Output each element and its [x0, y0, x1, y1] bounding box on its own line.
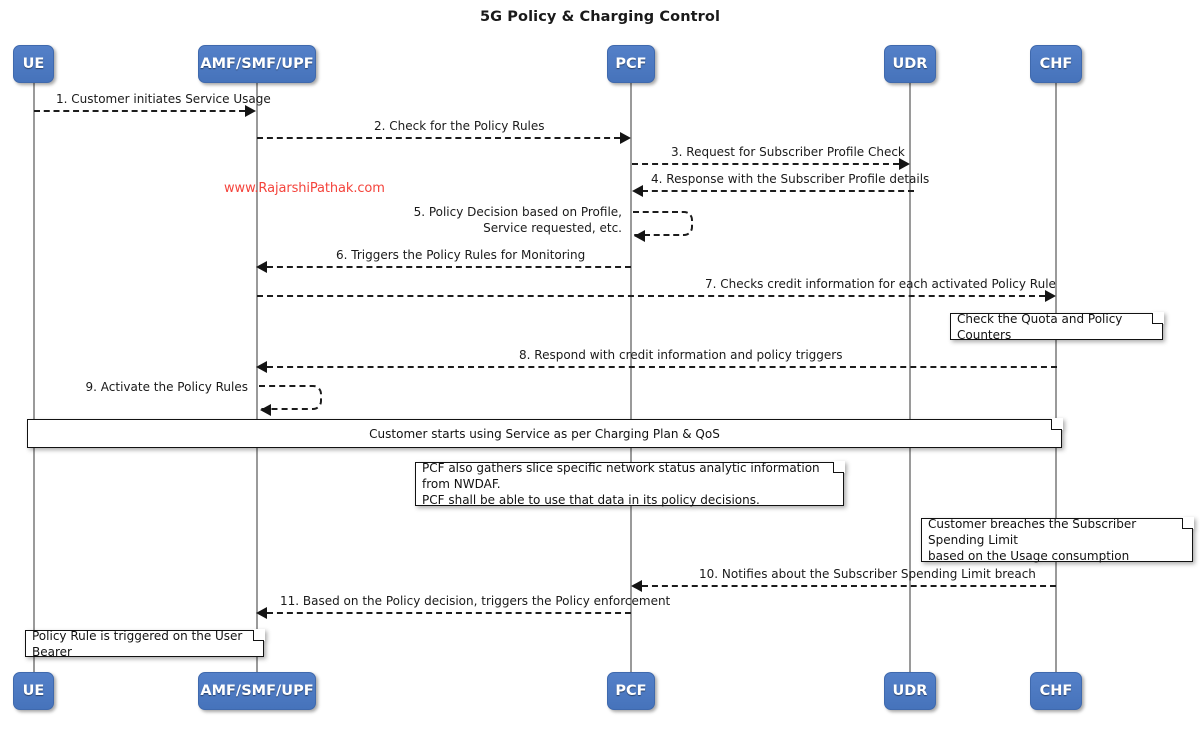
participant-label: UE	[22, 683, 45, 699]
participant-label: AMF/SMF/UPF	[200, 683, 314, 699]
arrowhead-1	[245, 105, 256, 117]
note-text: Policy Rule is triggered on the User Bea…	[32, 628, 243, 659]
message-line-4	[642, 190, 914, 192]
participant-pcf-bottom[interactable]: PCF	[607, 672, 655, 710]
note-nwdaf: PCF also gathers slice specific network …	[415, 461, 845, 507]
participant-label: UE	[22, 56, 45, 72]
note-text: Customer starts using Service as per Cha…	[369, 426, 720, 441]
message-line-1	[34, 110, 245, 112]
message-label-6: 6. Triggers the Policy Rules for Monitor…	[336, 248, 586, 262]
participant-udr-bottom[interactable]: UDR	[884, 672, 936, 710]
arrowhead-11	[256, 607, 267, 619]
message-label-9: 9. Activate the Policy Rules	[85, 380, 248, 394]
message-label-11: 11. Based on the Policy decision, trigge…	[280, 594, 671, 608]
participant-label: PCF	[615, 683, 647, 699]
message-label-10: 10. Notifies about the Subscriber Spendi…	[699, 567, 1036, 581]
message-line-7	[257, 295, 1045, 297]
participant-label: AMF/SMF/UPF	[200, 56, 314, 72]
note-text: Check the Quota and Policy Counters	[957, 311, 1123, 342]
arrowhead-4	[632, 185, 643, 197]
arrowhead-3	[899, 158, 910, 170]
arrowhead-2	[620, 132, 631, 144]
participant-chf-bottom[interactable]: CHF	[1030, 672, 1082, 710]
note-span: Customer starts using Service as per Cha…	[27, 418, 1063, 448]
watermark: www.RajarshiPathak.com	[224, 181, 385, 196]
participant-ue-top[interactable]: UE	[13, 45, 54, 83]
note-quota: Check the Quota and Policy Counters	[950, 311, 1164, 342]
arrowhead-9	[260, 404, 271, 416]
participant-chf-top[interactable]: CHF	[1030, 45, 1082, 83]
message-label-5: 5. Policy Decision based on Profile, Ser…	[413, 205, 622, 235]
message-line-10	[642, 585, 1056, 587]
participant-pcf-top[interactable]: PCF	[607, 45, 655, 83]
arrowhead-7	[1045, 290, 1056, 302]
message-label-7: 7. Checks credit information for each ac…	[705, 277, 1056, 291]
message-line-6	[267, 266, 631, 268]
note-breach: Customer breaches the Subscriber Spendin…	[921, 517, 1194, 563]
message-line-3	[632, 163, 899, 165]
sequence-diagram-canvas: 5G Policy & Charging Control UE AMF/SMF/…	[0, 0, 1200, 730]
participant-amf-top[interactable]: AMF/SMF/UPF	[198, 45, 316, 83]
participant-label: UDR	[892, 683, 928, 699]
lifeline-ue	[33, 82, 35, 676]
participant-ue-bottom[interactable]: UE	[13, 672, 54, 710]
message-label-8: 8. Respond with credit information and p…	[519, 348, 843, 362]
message-line-11	[267, 612, 631, 614]
participant-label: PCF	[615, 56, 647, 72]
participant-label: CHF	[1039, 56, 1073, 72]
message-label-1: 1. Customer initiates Service Usage	[56, 92, 271, 106]
arrowhead-8	[256, 361, 267, 373]
arrowhead-5	[634, 230, 645, 242]
page-title: 5G Policy & Charging Control	[479, 9, 721, 25]
message-line-8	[267, 366, 1057, 368]
participant-label: CHF	[1039, 683, 1073, 699]
participant-amf-bottom[interactable]: AMF/SMF/UPF	[198, 672, 316, 710]
note-text: Customer breaches the Subscriber Spendin…	[928, 517, 1137, 563]
note-policyrule: Policy Rule is triggered on the User Bea…	[25, 628, 265, 659]
arrowhead-6	[256, 261, 267, 273]
arrowhead-10	[631, 580, 642, 592]
message-label-3: 3. Request for Subscriber Profile Check	[671, 145, 905, 159]
participant-udr-top[interactable]: UDR	[884, 45, 936, 83]
message-label-4: 4. Response with the Subscriber Profile …	[651, 172, 930, 186]
note-text: PCF also gathers slice specific network …	[422, 461, 820, 507]
lifeline-amf	[256, 82, 258, 676]
participant-label: UDR	[892, 56, 928, 72]
message-line-2	[257, 137, 620, 139]
message-label-2: 2. Check for the Policy Rules	[374, 119, 545, 133]
